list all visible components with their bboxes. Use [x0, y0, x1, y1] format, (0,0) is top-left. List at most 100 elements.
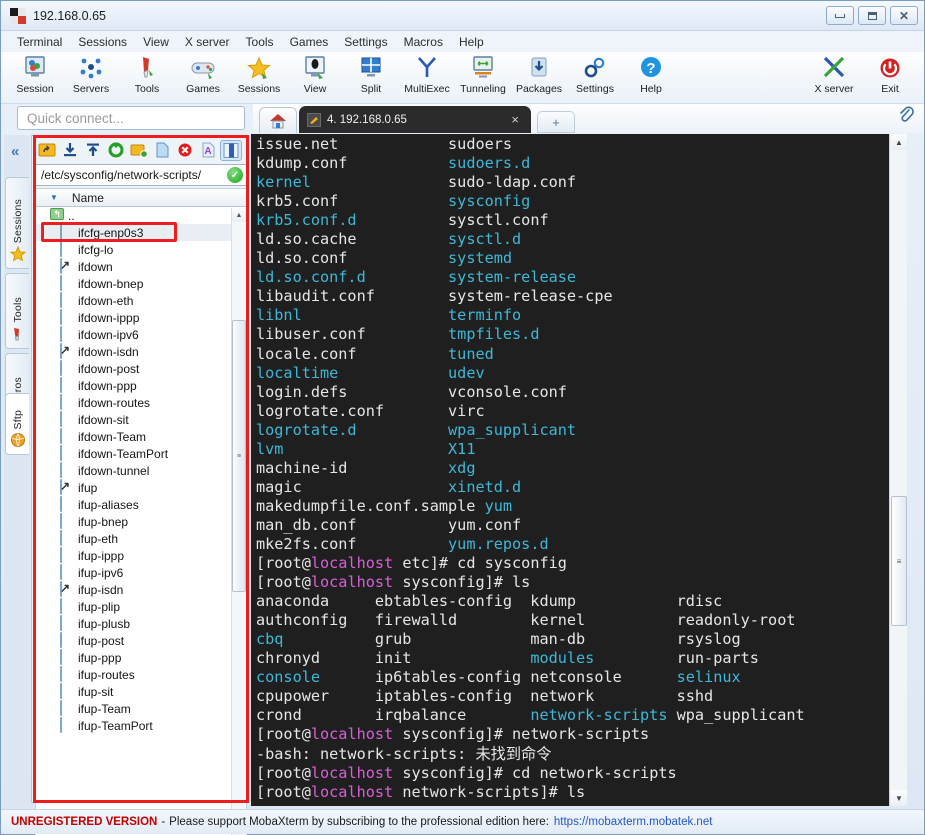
toolbar-help-button[interactable]: ? Help [623, 52, 679, 102]
file-icon [60, 683, 73, 699]
download-icon[interactable] [59, 140, 81, 161]
terminal-scroll-up-icon[interactable]: ▲ [890, 134, 907, 150]
path-ok-icon[interactable]: ✓ [227, 167, 243, 183]
file-row[interactable]: ifup-post [36, 632, 232, 649]
sftp-file-list[interactable]: ↰..ifcfg-enp0s3 ifcfg-lo ifdown ifdown-bnep… [35, 207, 247, 835]
file-row[interactable]: ifup-ppp [36, 649, 232, 666]
file-row[interactable]: ifup-bnep [36, 513, 232, 530]
toolbar-tools-button[interactable]: Tools [119, 52, 175, 102]
file-row[interactable]: ifdown-post [36, 360, 232, 377]
new-file-icon[interactable] [151, 140, 173, 161]
toolbar-games-button[interactable]: Games [175, 52, 231, 102]
sftp-path-input[interactable]: /etc/sysconfig/network-scripts/ ✓ [35, 164, 247, 186]
menu-tools[interactable]: Tools [238, 33, 282, 51]
file-row[interactable]: ifdown-eth [36, 292, 232, 309]
split-view-icon[interactable] [220, 139, 242, 161]
file-row[interactable]: ifup-Team [36, 700, 232, 717]
terminal-text: xdg [448, 458, 476, 477]
file-row[interactable]: ifup-ippp [36, 547, 232, 564]
file-list-column-header[interactable]: ▼ Name [35, 188, 247, 207]
home-tab-icon[interactable] [259, 107, 297, 133]
minimize-button[interactable] [826, 6, 854, 25]
toolbar-split-button[interactable]: Split [343, 52, 399, 102]
menu-sessions[interactable]: Sessions [70, 33, 135, 51]
file-row[interactable]: ifup-ipv6 [36, 564, 232, 581]
toolbar-tunneling-button[interactable]: Tunneling [455, 52, 511, 102]
file-row[interactable]: ifup-eth [36, 530, 232, 547]
file-list-scrollbar[interactable]: ▲ ≡ ▼ [231, 208, 246, 835]
file-row[interactable]: ifdown-tunnel [36, 462, 232, 479]
toolbar-multiexec-button[interactable]: MultiExec [399, 52, 455, 102]
new-tab-button[interactable]: + [537, 111, 575, 133]
menu-settings[interactable]: Settings [336, 33, 395, 51]
file-row[interactable]: ifup-isdn [36, 581, 232, 598]
sort-descending-icon[interactable]: ▼ [50, 193, 58, 202]
toolbar-exit-button[interactable]: Exit [862, 52, 918, 102]
file-row[interactable]: ifdown-Team [36, 428, 232, 445]
file-row[interactable]: ifup-plip [36, 598, 232, 615]
toolbar-settings-button[interactable]: Settings [567, 52, 623, 102]
toolbar-xserver-button[interactable]: X server [806, 52, 862, 102]
terminal-text: virc [448, 401, 485, 420]
file-list-scroll-thumb[interactable]: ≡ [232, 320, 246, 592]
file-row[interactable]: ifdown-bnep [36, 275, 232, 292]
file-row[interactable]: ifdown-isdn [36, 343, 232, 360]
file-row[interactable]: ifcfg-lo [36, 241, 232, 258]
file-row[interactable]: ifdown-ppp [36, 377, 232, 394]
file-row[interactable]: ifup-plusb [36, 615, 232, 632]
terminal-text: authconfig firewalld kernel readonly-roo… [256, 611, 796, 630]
tab-session-192-168-0-65[interactable]: 4. 192.168.0.65 × [299, 106, 531, 133]
terminal-text: localhost [310, 554, 394, 573]
terminal-scrollbar[interactable]: ▲ ≡ ▼ [889, 134, 907, 806]
menu-terminal[interactable]: Terminal [9, 33, 70, 51]
file-row[interactable]: ifcfg-enp0s3 [36, 224, 232, 241]
paperclip-icon[interactable] [898, 106, 914, 129]
window-controls: ✕ [826, 6, 918, 25]
file-row[interactable]: ↰.. [36, 207, 232, 224]
file-row[interactable]: ifup-aliases [36, 496, 232, 513]
terminal-text: -bash: network-scripts: 未找到命令 [256, 744, 552, 763]
sidebar-item-sftp[interactable]: Sftp [5, 393, 29, 455]
terminal-scroll-down-icon[interactable]: ▼ [890, 790, 907, 806]
upload-icon[interactable] [82, 140, 104, 161]
text-edit-icon[interactable]: A [197, 140, 219, 161]
tab-close-icon[interactable]: × [505, 112, 525, 127]
sidebar-item-tools[interactable]: Tools [5, 273, 29, 349]
file-row[interactable]: ifup-sit [36, 683, 232, 700]
file-row[interactable]: ifdown-TeamPort [36, 445, 232, 462]
toolbar-sessions-button[interactable]: Sessions [231, 52, 287, 102]
new-folder-icon[interactable] [128, 140, 150, 161]
menu-view[interactable]: View [135, 33, 177, 51]
file-row[interactable]: ifup-TeamPort [36, 717, 232, 734]
collapse-sidebar-button[interactable]: « [11, 143, 19, 160]
parent-folder-icon[interactable] [36, 140, 58, 161]
scroll-up-icon[interactable]: ▲ [232, 208, 246, 222]
delete-icon[interactable] [174, 140, 196, 161]
mobaxterm-link[interactable]: https://mobaxterm.mobatek.net [554, 816, 713, 828]
svg-text:?: ? [646, 60, 655, 77]
quick-connect-input[interactable]: Quick connect... [17, 106, 245, 130]
file-row[interactable]: ifdown-routes [36, 394, 232, 411]
file-row[interactable]: ifup [36, 479, 232, 496]
file-row[interactable]: ifdown-ipv6 [36, 326, 232, 343]
menu-macros[interactable]: Macros [396, 33, 451, 51]
menu-help[interactable]: Help [451, 33, 492, 51]
refresh-icon[interactable] [105, 140, 127, 161]
restore-button[interactable] [858, 6, 886, 25]
terminal-scroll-thumb[interactable]: ≡ [891, 496, 907, 626]
close-button[interactable]: ✕ [890, 6, 918, 25]
toolbar-servers-button[interactable]: Servers [63, 52, 119, 102]
menu-x-server[interactable]: X server [177, 33, 238, 51]
menu-games[interactable]: Games [282, 33, 337, 51]
toolbar-packages-button[interactable]: Packages [511, 52, 567, 102]
file-row[interactable]: ifup-routes [36, 666, 232, 683]
file-row[interactable]: ifdown-ippp [36, 309, 232, 326]
toolbar-session-button[interactable]: Session [7, 52, 63, 102]
sidebar-item-sessions[interactable]: Sessions [5, 177, 29, 269]
file-row[interactable]: ifdown-sit [36, 411, 232, 428]
toolbar-view-button[interactable]: View [287, 52, 343, 102]
terminal-output[interactable]: issue.net sudoers kdump.conf sudoers.d ker… [251, 134, 907, 806]
file-row[interactable]: ifdown [36, 258, 232, 275]
